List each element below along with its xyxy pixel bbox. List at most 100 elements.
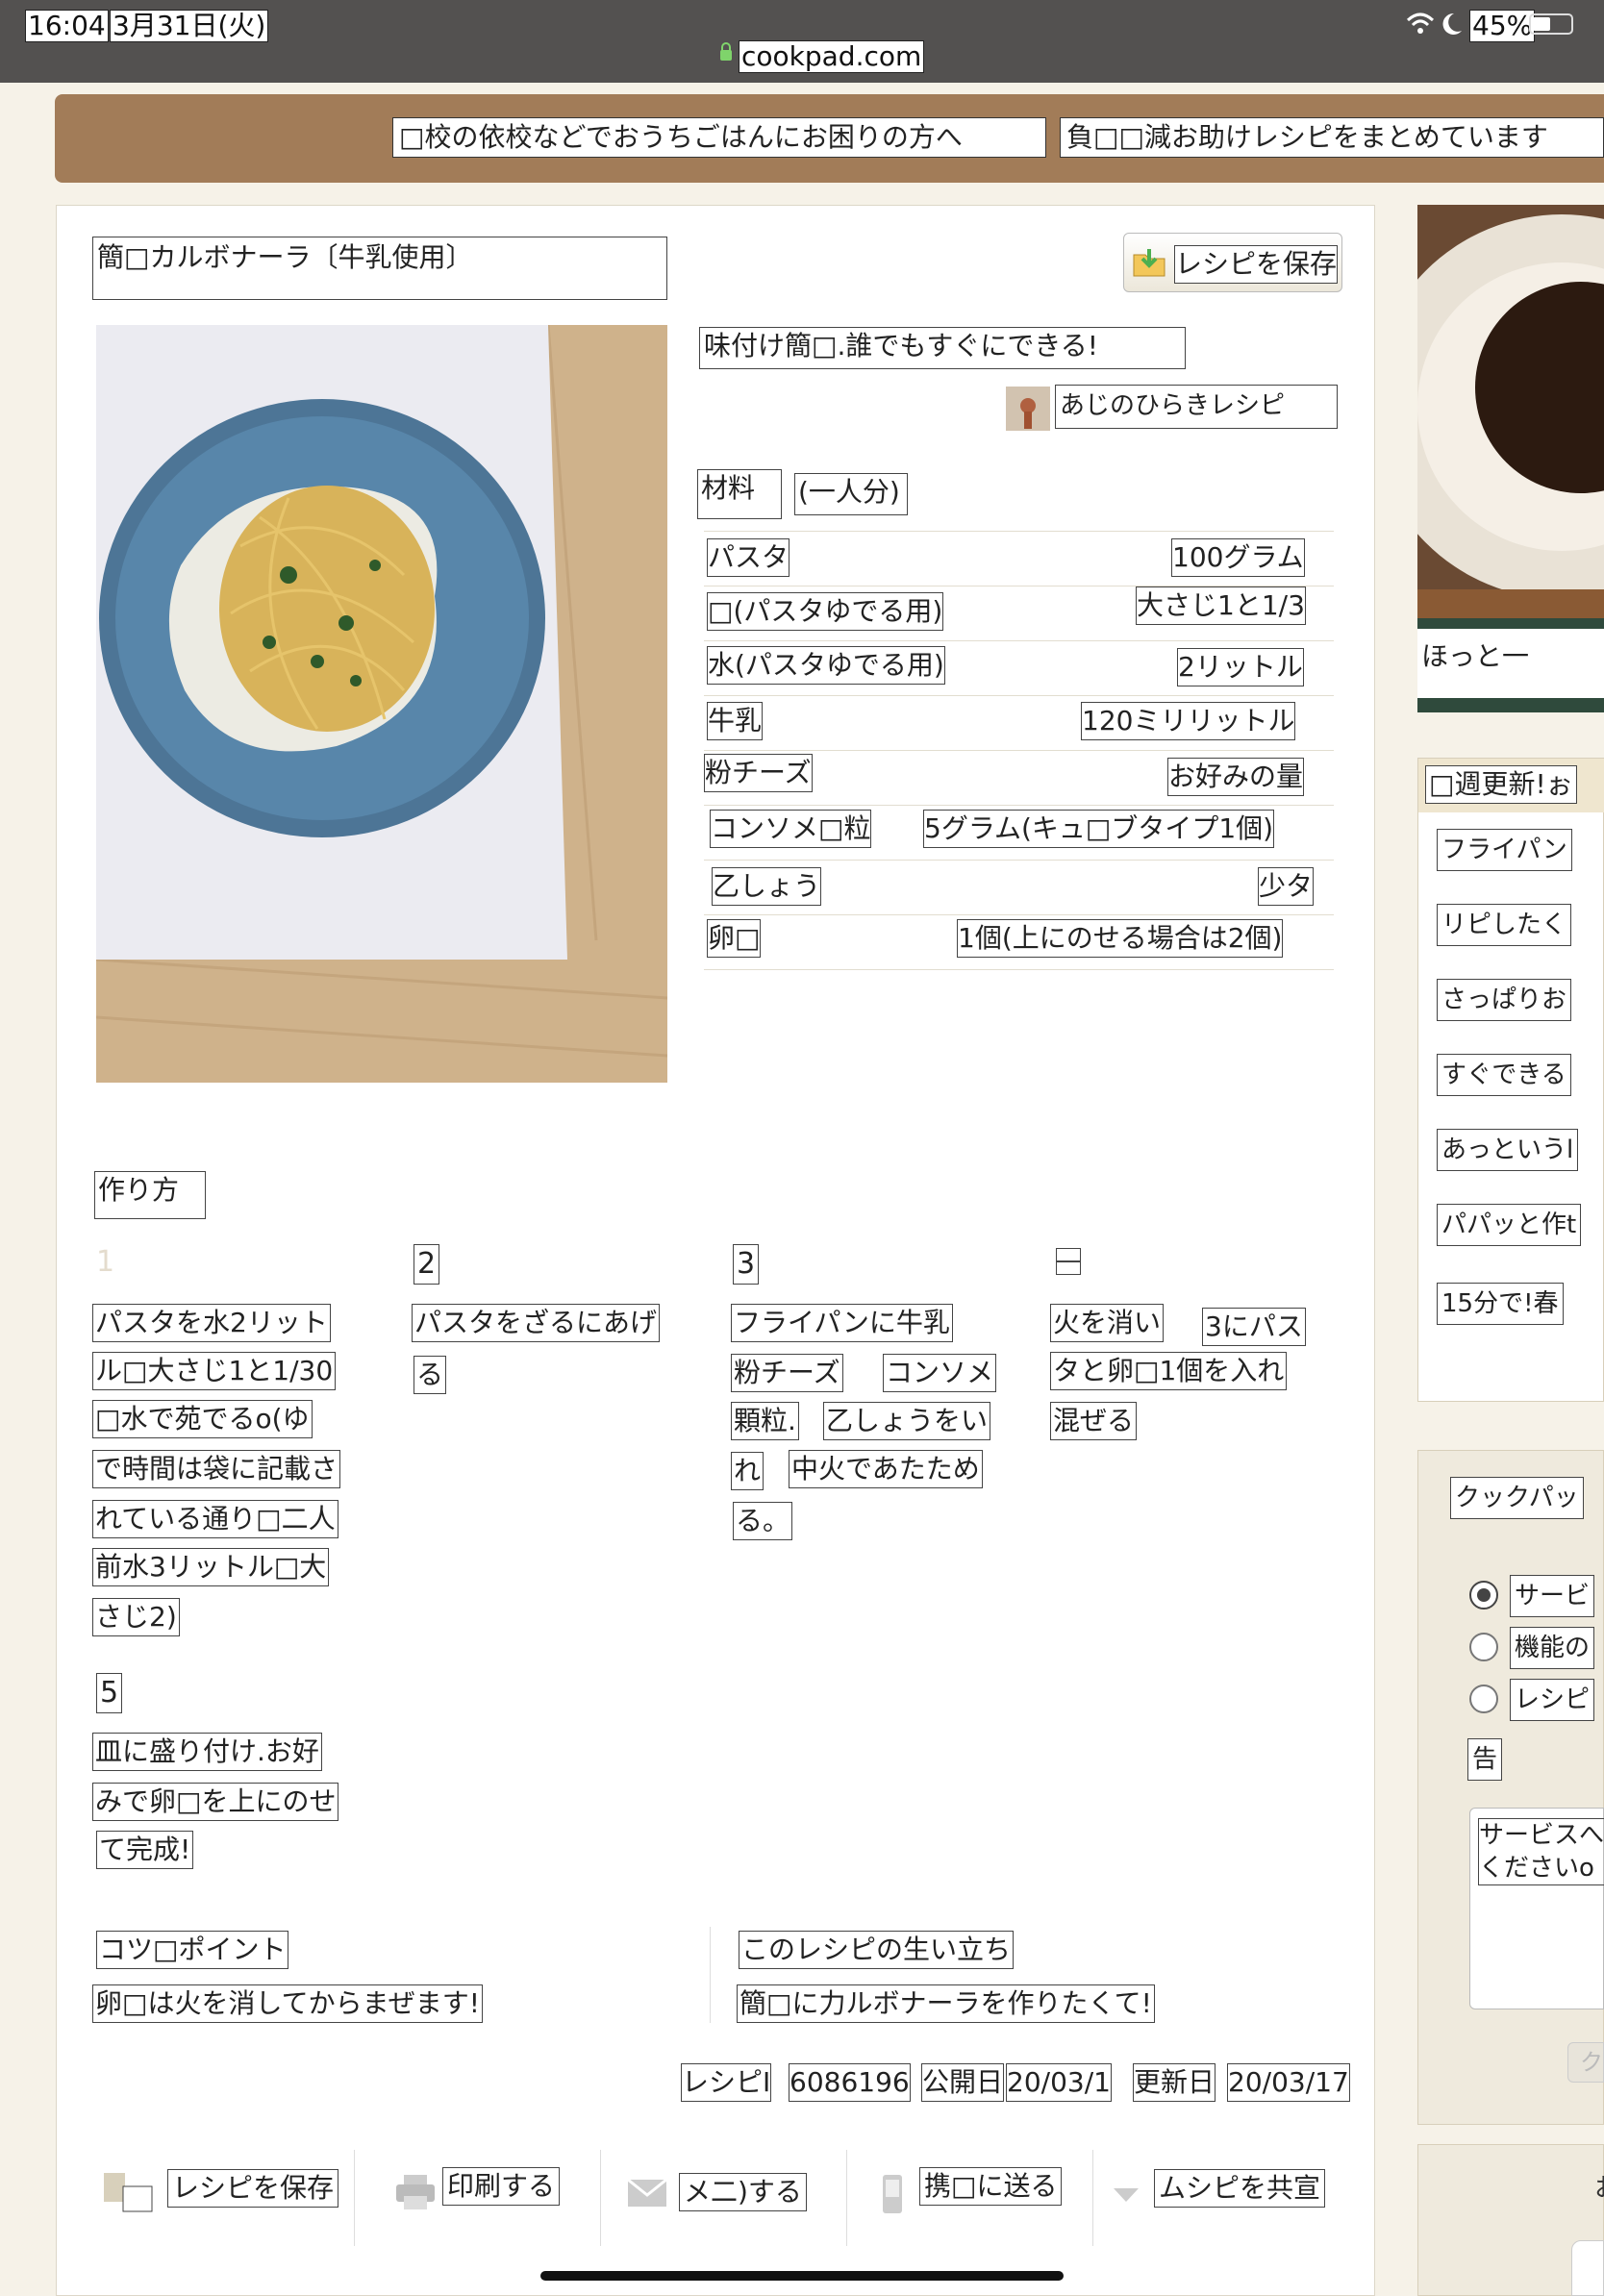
weekly-item[interactable]: あっというl	[1437, 1129, 1579, 1171]
step-text: パスタを水2リット	[92, 1304, 331, 1342]
step-number: 2	[414, 1244, 440, 1285]
recipe-photo	[96, 325, 667, 1083]
step-text: で時間は袋に記載さ	[92, 1450, 341, 1488]
step-text: 3にパス	[1202, 1308, 1306, 1346]
weekly-item[interactable]: さっぱりお	[1437, 979, 1572, 1021]
save-icon[interactable]	[102, 2171, 156, 2213]
recipe-id-label: レシピI	[681, 2063, 772, 2102]
ingredient-quantity: 5グラム(キュ□ブタイプ1個)	[923, 810, 1275, 848]
ingredient-name: パスタ	[707, 538, 790, 577]
radio-option-label[interactable]: サービ	[1510, 1575, 1595, 1617]
wifi-icon	[1406, 12, 1435, 37]
save-folder-icon	[1132, 245, 1166, 280]
ingredient-name: 粉チーズ	[704, 754, 813, 792]
step-number: 1	[96, 1245, 115, 1279]
radio-option-label[interactable]: 機能の	[1510, 1627, 1595, 1669]
action-divider	[600, 2150, 601, 2246]
status-time: 16:04	[25, 10, 109, 42]
ingredient-quantity: お好みの量	[1167, 758, 1305, 796]
step-text: さじ2)	[92, 1598, 180, 1636]
step-text: て完成!	[96, 1831, 194, 1869]
battery-icon	[1529, 13, 1573, 35]
author-name-link[interactable]: あじのひらきレシピ	[1055, 385, 1338, 429]
step-text: コンソメ	[883, 1354, 997, 1392]
battery-percent: 45%	[1469, 10, 1536, 42]
step-text: パスタをざるにあげ	[412, 1304, 661, 1342]
step-text: 前水3リットル□大	[92, 1548, 330, 1586]
weekly-title: □週更新!ぉ	[1425, 765, 1577, 804]
send-to-mobile-action[interactable]: 携□に送る	[919, 2167, 1063, 2206]
ingredient-name: 乙しょう	[712, 867, 822, 906]
step-text: 顆粒.	[731, 1402, 799, 1440]
steps-title: 作り方	[94, 1171, 206, 1219]
feedback-form-title: クックパッ	[1450, 1477, 1584, 1519]
moon-icon	[1441, 12, 1464, 37]
mobile-phone-icon[interactable]	[881, 2173, 904, 2215]
sidebar-panel-glyph: お	[1571, 2171, 1604, 2204]
weekly-item[interactable]: 15分で!春	[1437, 1283, 1564, 1325]
author-avatar[interactable]	[1006, 387, 1050, 431]
action-divider	[846, 2150, 847, 2246]
updated-date: 20/03/17	[1227, 2063, 1350, 2102]
updated-label: 更新日	[1133, 2063, 1216, 2102]
radio-option-label[interactable]: レシピ	[1510, 1679, 1595, 1721]
radio-option-label-continued: 告	[1467, 1738, 1503, 1781]
step-number: 5	[96, 1673, 123, 1713]
url-field[interactable]: cookpad.com	[739, 40, 925, 73]
step-text: 皿に盛り付け.お好	[92, 1733, 322, 1771]
feedback-form-panel	[1417, 1450, 1604, 2125]
ingredient-quantity: 100グラム	[1171, 538, 1305, 577]
share-arrow-icon[interactable]	[1112, 2186, 1140, 2204]
step-text: 乙しょうをい	[823, 1402, 991, 1440]
feedback-textarea[interactable]: サービスへ くださいo	[1469, 1808, 1604, 2009]
feedback-submit-button[interactable]: ク	[1567, 2042, 1604, 2083]
sidebar-bottom-card[interactable]	[1571, 2240, 1604, 2296]
save-recipe-button[interactable]: レシピを保存	[1123, 233, 1342, 292]
ingredient-name: 水(パスタゆでる用)	[707, 646, 945, 685]
action-divider	[1092, 2150, 1093, 2246]
ingredient-quantity: 少タ	[1258, 867, 1315, 906]
step-text: 火を消い	[1050, 1304, 1165, 1342]
story-text: 簡□に力ルボナーラを作りたくて!	[737, 1984, 1155, 2023]
banner-text-2[interactable]: 負□□減お助けレシピをまとめています	[1060, 117, 1604, 158]
step-text: 粉チーズ	[731, 1354, 843, 1392]
save-recipe-action[interactable]: レシピを保存	[167, 2169, 339, 2208]
recipe-description: 味付け簡□.誰でもすぐにできる!	[699, 327, 1186, 369]
ingredient-quantity: 2リットル	[1177, 648, 1304, 686]
weekly-item[interactable]: フライパン	[1437, 829, 1572, 871]
step-text: □水で苑でるo(ゆ	[92, 1400, 313, 1438]
step-text: 中火であたため	[789, 1450, 983, 1488]
step-text: る	[414, 1356, 447, 1394]
home-indicator	[540, 2271, 1064, 2281]
step-number: 3	[733, 1244, 760, 1285]
mail-icon[interactable]	[627, 2178, 667, 2208]
weekly-item[interactable]: すぐできる	[1437, 1054, 1571, 1096]
ingredient-name: コンソメ□粒	[710, 810, 872, 848]
sidebar-photo-caption[interactable]: ほっと一	[1421, 638, 1529, 675]
banner-text-1[interactable]: □校の依校などでおうちごはんにお困りの方へ	[392, 117, 1046, 158]
print-action[interactable]: 印刷する	[442, 2167, 561, 2206]
radio-option[interactable]	[1469, 1685, 1498, 1713]
step-text: れ	[731, 1452, 764, 1490]
step-text: れている通り□二人	[92, 1500, 338, 1538]
ingredient-quantity: 大さじ1と1/3	[1136, 586, 1306, 625]
svg-text:お: お	[1594, 2174, 1604, 2203]
ingredient-name: □(パスタゆでる用)	[707, 592, 944, 631]
radio-option-selected[interactable]	[1469, 1581, 1498, 1610]
printer-icon[interactable]	[394, 2171, 437, 2213]
lock-icon	[719, 42, 733, 62]
step-text: フライパンに牛乳	[731, 1304, 953, 1342]
servings-label: (一人分)	[794, 473, 908, 515]
step-text: ル□大さじ1と1/30	[92, 1352, 337, 1390]
action-divider	[354, 2150, 355, 2246]
mail-action[interactable]: メ二)する	[679, 2173, 807, 2211]
weekly-item[interactable]: パパッと作t	[1437, 1204, 1582, 1246]
step-text: みで卵□を上にのせ	[92, 1783, 339, 1821]
step-number-box	[1056, 1248, 1081, 1275]
weekly-item[interactable]: リピしたく	[1437, 904, 1572, 946]
recipe-title: 簡□カルボナーラ〔牛乳使用〕	[92, 237, 667, 300]
share-recipe-action[interactable]: ムシピを共宣	[1154, 2169, 1326, 2208]
story-title: このレシピの生い立ち	[739, 1931, 1015, 1969]
radio-option[interactable]	[1469, 1633, 1498, 1661]
step-text: タと卵□1個を入れ	[1050, 1352, 1288, 1390]
